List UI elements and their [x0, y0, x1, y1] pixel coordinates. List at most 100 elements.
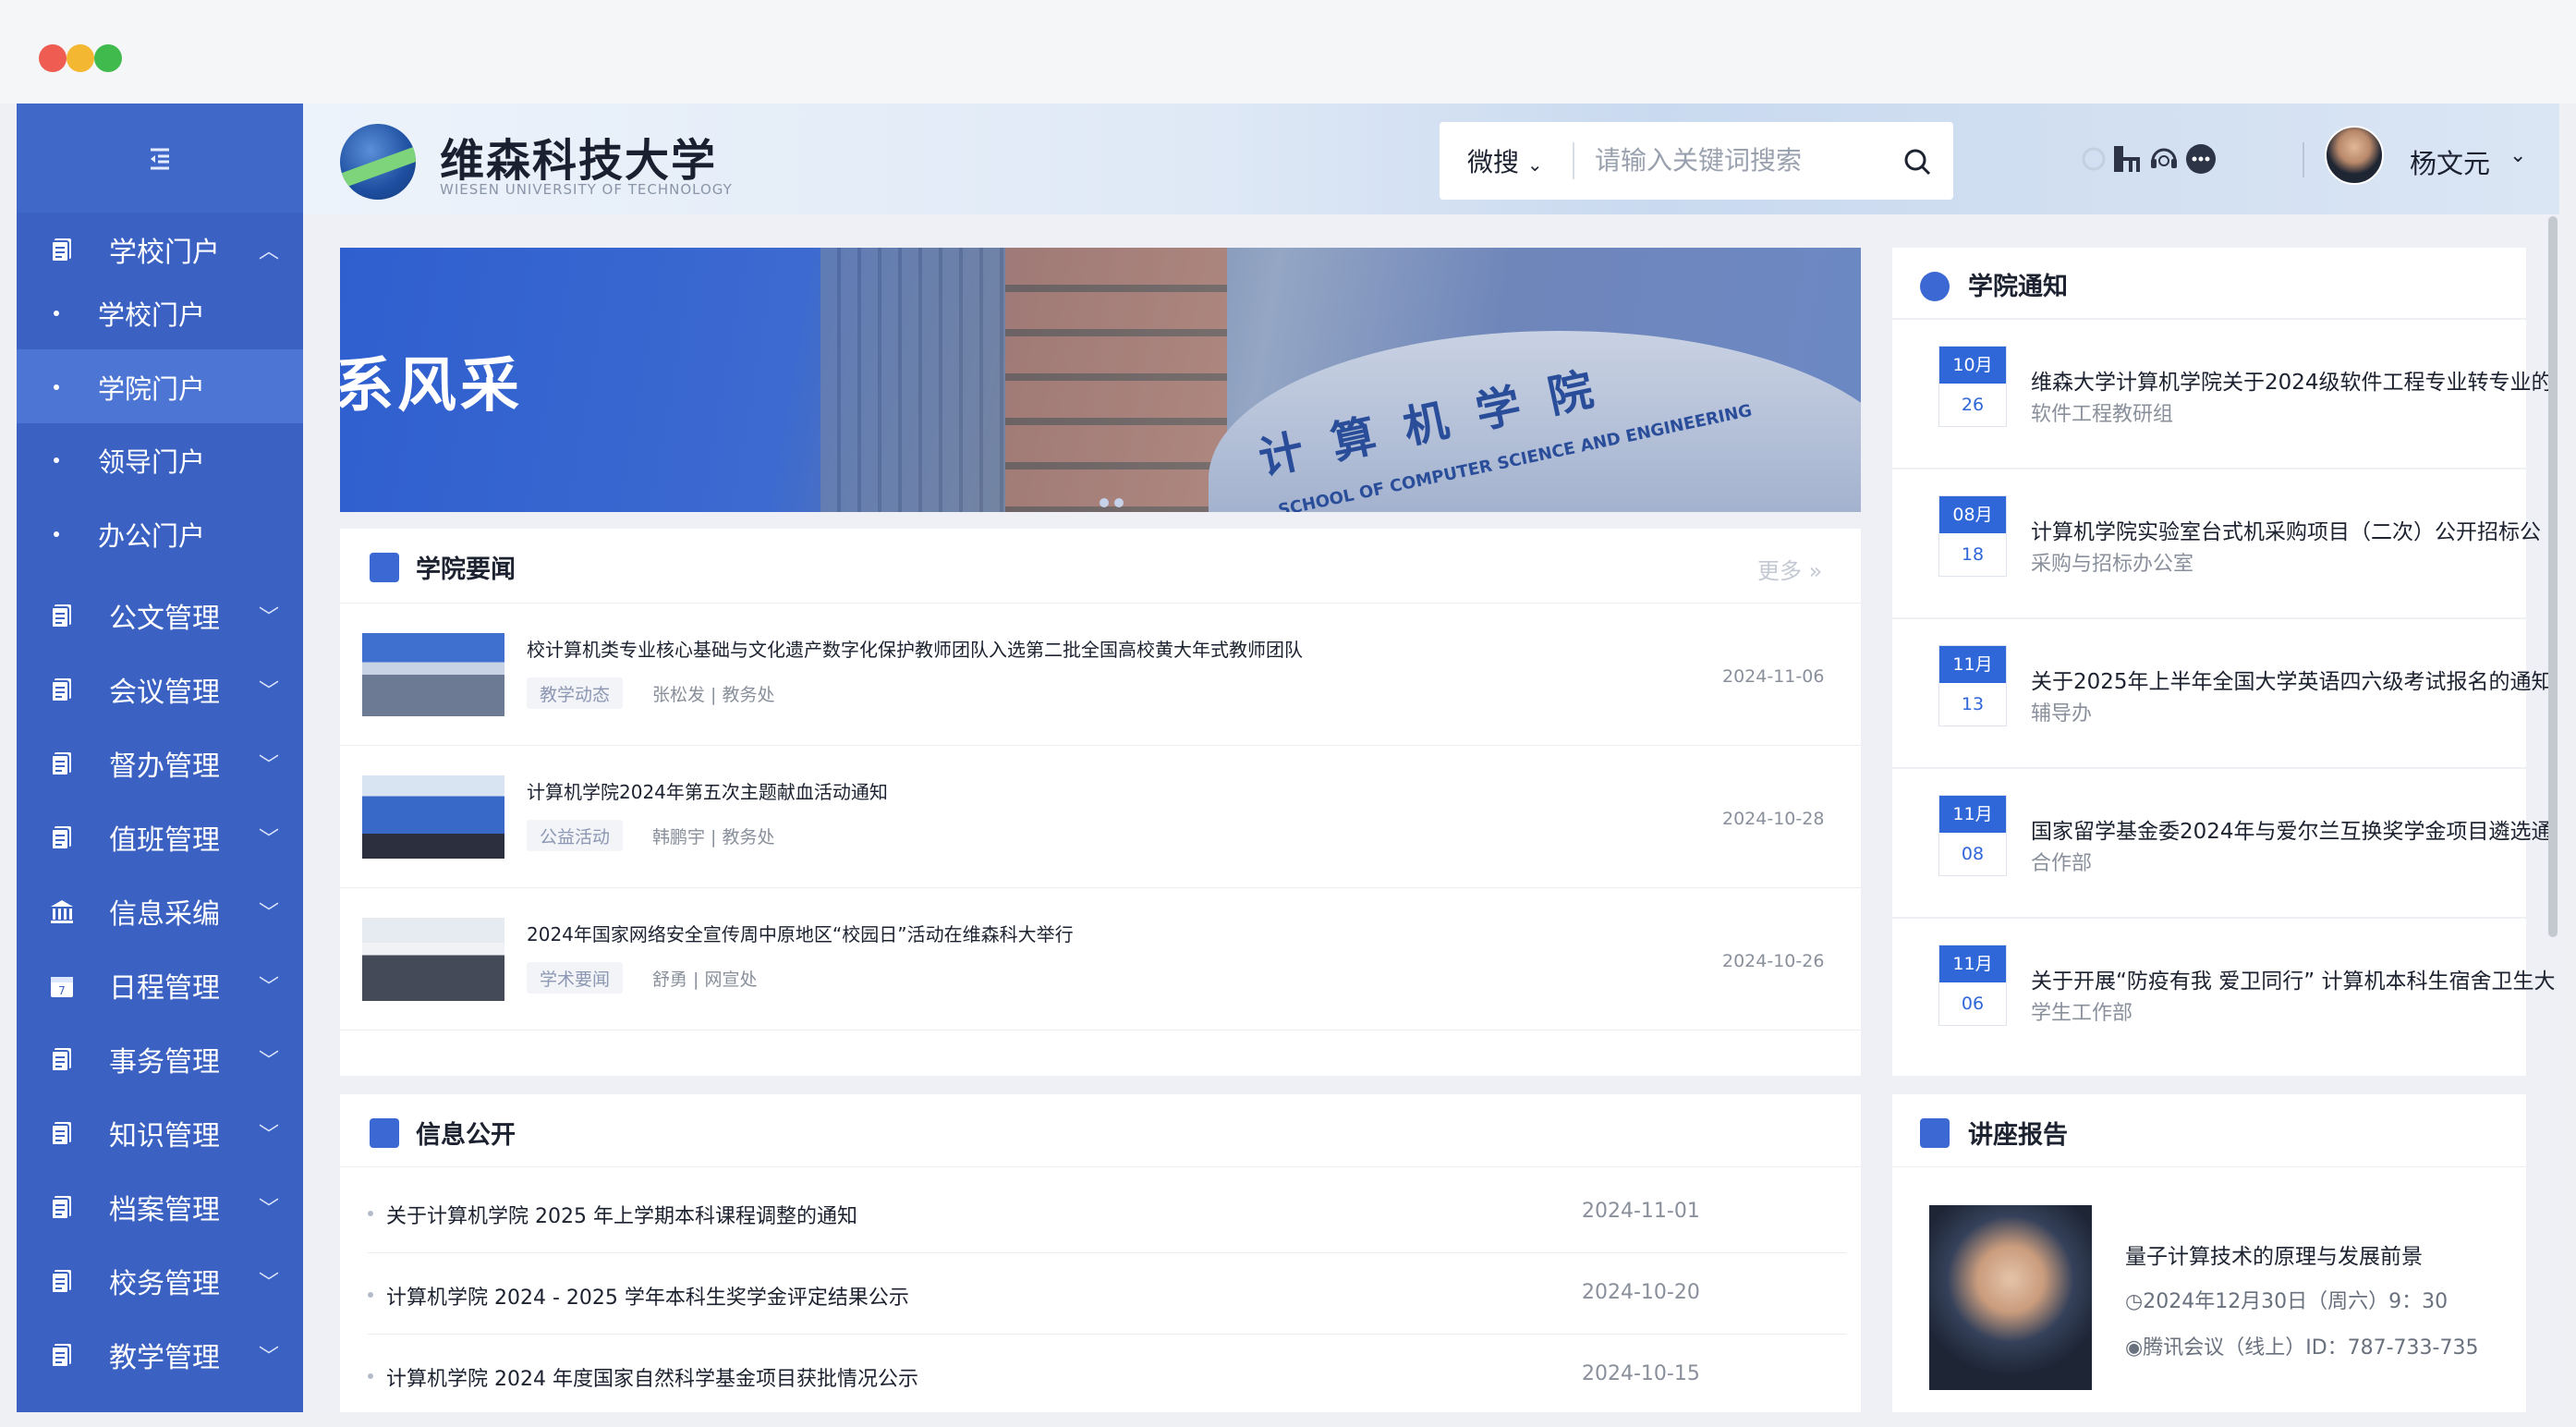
notice-list-item[interactable]: 10月 26 维森大学计算机学院关于2024级软件工程专业转专业的 软件工程教研组: [1892, 318, 2553, 468]
sidebar-subitem-label: 学院门户: [98, 372, 206, 405]
notice-title[interactable]: 国家留学基金委2024年与爱尔兰互换奖学金项目遴选通: [2031, 813, 2553, 845]
news-thumbnail[interactable]: [362, 633, 504, 716]
search-divider: [1573, 142, 1574, 179]
sidebar-group-7[interactable]: 事务管理 ﹀: [17, 1022, 303, 1096]
news-thumbnail[interactable]: [362, 775, 504, 859]
carousel-dot[interactable]: [1114, 498, 1124, 507]
news-item-title[interactable]: 校计算机类专业核心基础与文化遗产数字化保护教师团队入选第二批全国高校黄大年式教师…: [527, 635, 1303, 662]
notice-title[interactable]: 计算机学院实验室台式机采购项目（二次）公开招标公: [2031, 514, 2541, 545]
minimize-window-button[interactable]: [67, 44, 94, 72]
news-item-title[interactable]: 2024年国家网络安全宣传周中原地区“校园日”活动在维森科大举行: [527, 920, 1074, 946]
sidebar-group-9[interactable]: 档案管理 ﹀: [17, 1170, 303, 1244]
sidebar-subitem-1[interactable]: 学院门户: [17, 348, 303, 423]
bullet-icon: [54, 531, 59, 537]
news-meta: 韩鹏宇 | 教务处: [652, 827, 775, 848]
notice-title[interactable]: 关于2025年上半年全国大学英语四六级考试报名的通知: [2031, 664, 2553, 695]
carousel-dots[interactable]: [1100, 494, 1129, 511]
headset-icon[interactable]: [2145, 140, 2182, 177]
date-day: 06: [1961, 994, 1985, 1014]
sidebar-group-label: 信息采编: [109, 898, 220, 931]
notice-title[interactable]: 维森大学计算机学院关于2024级软件工程专业转专业的: [2031, 364, 2553, 396]
sidebar-group-1[interactable]: 公文管理 ﹀: [17, 579, 303, 653]
speaker-photo[interactable]: [1929, 1205, 2092, 1390]
info-item-title[interactable]: 计算机学院 2024 - 2025 学年本科生奖学金评定结果公示: [386, 1281, 909, 1311]
divider: [340, 1030, 1861, 1031]
notice-dept: 学生工作部: [2031, 1002, 2133, 1025]
university-logo[interactable]: [340, 124, 416, 200]
maximize-window-button[interactable]: [94, 44, 122, 72]
news-list-item[interactable]: 2024年国家网络安全宣传周中原地区“校园日”活动在维森科大举行 学术要闻 舒勇 |…: [340, 887, 1861, 1030]
sidebar-group-6[interactable]: 7 日程管理 ﹀: [17, 948, 303, 1022]
username[interactable]: 杨文元: [2410, 142, 2490, 181]
sidebar-group-10[interactable]: 校务管理 ﹀: [17, 1244, 303, 1318]
notices-card: 学院通知 10月 26 维森大学计算机学院关于2024级软件工程专业转专业的 软件工程…: [1892, 248, 2555, 1076]
banner-title: 系风采: [340, 352, 523, 421]
news-list-item[interactable]: 计算机学院2024年第五次主题献血活动通知 公益活动 韩鹏宇 | 教务处 2024-1…: [340, 745, 1861, 887]
news-list-item[interactable]: 校计算机类专业核心基础与文化遗产数字化保护教师团队入选第二批全国高校黄大年式教师…: [340, 603, 1861, 745]
sidebar-group-11[interactable]: 教学管理 ﹀: [17, 1318, 303, 1392]
search-scope-dropdown[interactable]: 微搜 ⌄: [1467, 142, 1543, 179]
menu-collapse-icon[interactable]: [147, 145, 173, 171]
document-icon: [48, 1193, 76, 1221]
sidebar-group-label: 会议管理: [109, 677, 220, 709]
carousel-dot[interactable]: [1100, 498, 1109, 507]
bullet-icon: [54, 457, 59, 463]
chevron-down-icon: ﹀: [259, 828, 280, 851]
info-item-title[interactable]: 关于计算机学院 2025 年上学期本科课程调整的通知: [386, 1200, 857, 1229]
info-item-title[interactable]: 计算机学院 2024 年度国家自然科学基金项目获批情况公示: [386, 1362, 918, 1392]
sidebar-group-4[interactable]: 值班管理 ﹀: [17, 800, 303, 874]
sidebar-subitem-0[interactable]: 学校门户: [17, 275, 303, 349]
org-chart-icon[interactable]: [2108, 140, 2145, 177]
sidebar-group-8[interactable]: 知识管理 ﹀: [17, 1096, 303, 1170]
sidebar-group-5[interactable]: 信息采编 ﹀: [17, 874, 303, 948]
sidebar-group-2[interactable]: 会议管理 ﹀: [17, 653, 303, 726]
chevron-down-icon: ⌄: [1526, 153, 1543, 176]
info-card: 信息公开 关于计算机学院 2025 年上学期本科课程调整的通知 2024-11-0…: [340, 1094, 1861, 1412]
document-icon: [48, 236, 76, 263]
news-item-title[interactable]: 计算机学院2024年第五次主题献血活动通知: [527, 777, 888, 804]
info-list-item[interactable]: 关于计算机学院 2025 年上学期本科课程调整的通知 2024-11-01: [368, 1172, 1846, 1253]
lecture-card: 讲座报告 量子计算技术的原理与发展前景 ◷2024年12月30日（周六）9：30…: [1892, 1094, 2526, 1412]
chevron-down-icon[interactable]: ⌄: [2509, 144, 2526, 167]
info-list-item[interactable]: 计算机学院 2024 - 2025 学年本科生奖学金评定结果公示 2024-10-…: [368, 1253, 1846, 1335]
info-title: 信息公开: [416, 1121, 516, 1150]
sidebar-group-3[interactable]: 督办管理 ﹀: [17, 726, 303, 800]
notice-title[interactable]: 关于开展“防疫有我 爱卫同行” 计算机本科生宿舍卫生大: [2031, 963, 2555, 994]
notice-list-item[interactable]: 11月 06 关于开展“防疫有我 爱卫同行” 计算机本科生宿舍卫生大学生工作部: [1892, 917, 2555, 1067]
search-icon[interactable]: [1902, 146, 1933, 177]
sidebar-subitem-2[interactable]: 领导门户: [17, 422, 303, 496]
notice-list-item[interactable]: 11月 13 关于2025年上半年全国大学英语四六级考试报名的通知 辅导办: [1892, 617, 2553, 767]
notices-title: 学院通知: [1968, 273, 2068, 301]
news-tag[interactable]: 公益活动: [527, 820, 624, 851]
notice-list-item[interactable]: 11月 08 国家留学基金委2024年与爱尔兰互换奖学金项目遴选通 合作部: [1892, 767, 2553, 917]
date-badge: 11月 13: [1938, 645, 2007, 726]
sidebar-subitem-3[interactable]: 办公门户: [17, 496, 303, 570]
info-list-item[interactable]: 计算机学院 2024 年度国家自然科学基金项目获批情况公示 2024-10-15: [368, 1335, 1846, 1412]
news-thumbnail[interactable]: [362, 918, 504, 1001]
header: 维森科技大学 WIESEN UNIVERSITY OF TECHNOLOGY 微…: [303, 104, 2559, 214]
svg-text:7: 7: [58, 984, 66, 997]
divider: [1892, 1166, 2526, 1167]
news-tag[interactable]: 教学动态: [527, 677, 624, 709]
avatar[interactable]: [2325, 126, 2384, 185]
date-badge: 10月 26: [1938, 346, 2007, 427]
sidebar-toggle[interactable]: [17, 104, 303, 213]
notice-list-item[interactable]: 08月 18 计算机学院实验室台式机采购项目（二次）公开招标公 采购与招标办公室: [1892, 468, 2541, 617]
more-icon[interactable]: [2182, 140, 2219, 177]
scrollbar[interactable]: [2548, 216, 2558, 937]
close-window-button[interactable]: [39, 44, 67, 72]
main-content: 计算机学院 SCHOOL OF COMPUTER SCIENCE AND ENG…: [303, 214, 2559, 1412]
news-tag[interactable]: 学术要闻: [527, 962, 624, 994]
more-link[interactable]: 更多 »: [1757, 553, 1822, 585]
sidebar: 学校门户 ︿ 学校门户 学院门户 领导门户 办公门户 公文管理 ﹀ 会议管理 ﹀ 督办管理 ﹀ 值班管理…: [17, 104, 303, 1412]
banner-carousel[interactable]: 计算机学院 SCHOOL OF COMPUTER SCIENCE AND ENG…: [340, 248, 1861, 512]
refresh-icon[interactable]: [2075, 140, 2112, 177]
sidebar-group-label: 督办管理: [109, 750, 220, 783]
university-name-en: WIESEN UNIVERSITY OF TECHNOLOGY: [440, 181, 733, 198]
sidebar-subitem-label: 办公门户: [98, 519, 206, 552]
search-input[interactable]: [1595, 139, 1872, 183]
app-shell: 学校门户 ︿ 学校门户 学院门户 领导门户 办公门户 公文管理 ﹀ 会议管理 ﹀ 督办管理 ﹀ 值班管理…: [17, 104, 2559, 1412]
news-title: 学院要闻: [416, 555, 516, 584]
lecture-item-title[interactable]: 量子计算技术的原理与发展前景: [2125, 1238, 2423, 1270]
date-badge: 11月 06: [1938, 945, 2007, 1026]
